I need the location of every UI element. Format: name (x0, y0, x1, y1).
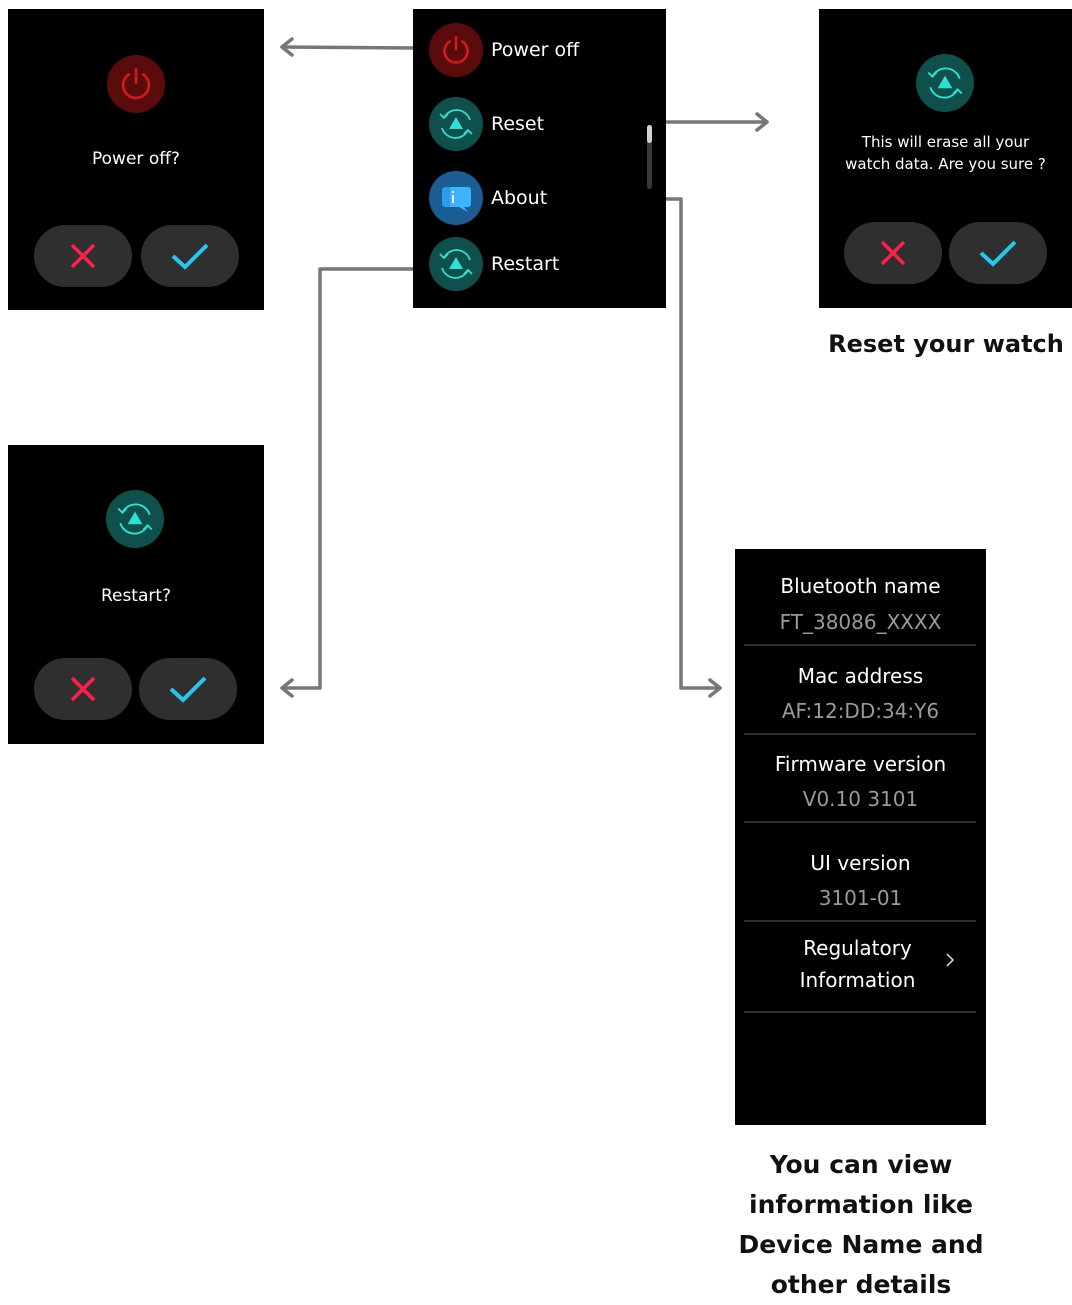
info-icon (429, 171, 483, 225)
dialog-title: Power off? (92, 149, 180, 169)
about-row-ui-version: UI version 3101-01 (735, 851, 986, 910)
about-value: FT_38086_XXXX (779, 610, 942, 634)
power-off-dialog: Power off? (8, 9, 264, 310)
restart-icon (429, 237, 483, 291)
menu-label-restart: Restart (491, 253, 560, 275)
about-label: UI version (810, 851, 911, 875)
cancel-button[interactable] (34, 225, 132, 287)
about-value: AF:12:DD:34:Y6 (781, 699, 940, 723)
reset-icon (429, 97, 483, 151)
divider (744, 644, 976, 646)
about-row-mac: Mac address AF:12:DD:34:Y6 (735, 664, 986, 723)
chevron-right-icon (946, 953, 955, 967)
confirm-button[interactable] (949, 222, 1047, 284)
about-row-firmware: Firmware version V0.10 3101 (735, 752, 986, 811)
menu-label-reset: Reset (491, 113, 545, 135)
restart-icon (106, 490, 164, 548)
menu-label-power-off: Power off (491, 39, 580, 61)
about-label: Mac address (797, 664, 924, 688)
menu-scrollbar[interactable] (647, 125, 652, 189)
menu-item-reset[interactable]: Reset (429, 97, 544, 151)
caption-about-line-4: other details (770, 1270, 952, 1299)
divider (744, 920, 976, 922)
confirm-button[interactable] (139, 658, 237, 720)
dialog-message: This will erase all your watch data. Are… (845, 133, 1046, 173)
cross-icon (70, 676, 96, 702)
dialog-title: Restart? (100, 586, 172, 606)
confirm-button[interactable] (141, 225, 239, 287)
caption-about-line-2: information like (749, 1190, 973, 1219)
menu-label-about: About (491, 187, 548, 209)
settings-menu-screen: Power off Reset About Restart (413, 9, 666, 308)
cancel-button[interactable] (34, 658, 132, 720)
cancel-button[interactable] (844, 222, 942, 284)
divider (744, 733, 976, 735)
caption-about-line-3: Device Name and (738, 1230, 984, 1259)
cross-icon (880, 240, 906, 266)
divider (744, 1011, 976, 1013)
caption-reset: Reset your watch (828, 330, 1064, 358)
check-icon (979, 240, 1017, 267)
cross-icon (70, 243, 96, 269)
menu-item-restart[interactable]: Restart (429, 237, 559, 291)
about-label: Firmware version (774, 752, 947, 776)
menu-item-power-off[interactable]: Power off (429, 23, 579, 77)
check-icon (169, 676, 207, 703)
menu-item-about[interactable]: About (429, 171, 547, 225)
caption-about-line-1: You can view (769, 1150, 953, 1179)
restart-dialog: Restart? (8, 445, 264, 744)
about-label: Bluetooth name (780, 574, 941, 598)
about-screen: Bluetooth name FT_38086_XXXX Mac address… (735, 549, 986, 1125)
reset-icon (916, 54, 974, 112)
connector-restart (280, 267, 422, 690)
divider (744, 821, 976, 823)
check-icon (171, 243, 209, 270)
power-icon (429, 23, 483, 77)
connector-power (280, 45, 417, 50)
scrollbar-thumb[interactable] (647, 125, 652, 143)
about-row-bluetooth: Bluetooth name FT_38086_XXXX (735, 574, 986, 634)
reset-dialog: This will erase all your watch data. Are… (819, 9, 1072, 308)
about-value: V0.10 3101 (802, 787, 919, 811)
power-icon (107, 55, 165, 113)
caption-about: You can view information like Device Nam… (720, 1145, 1002, 1305)
about-value: 3101-01 (818, 886, 903, 910)
